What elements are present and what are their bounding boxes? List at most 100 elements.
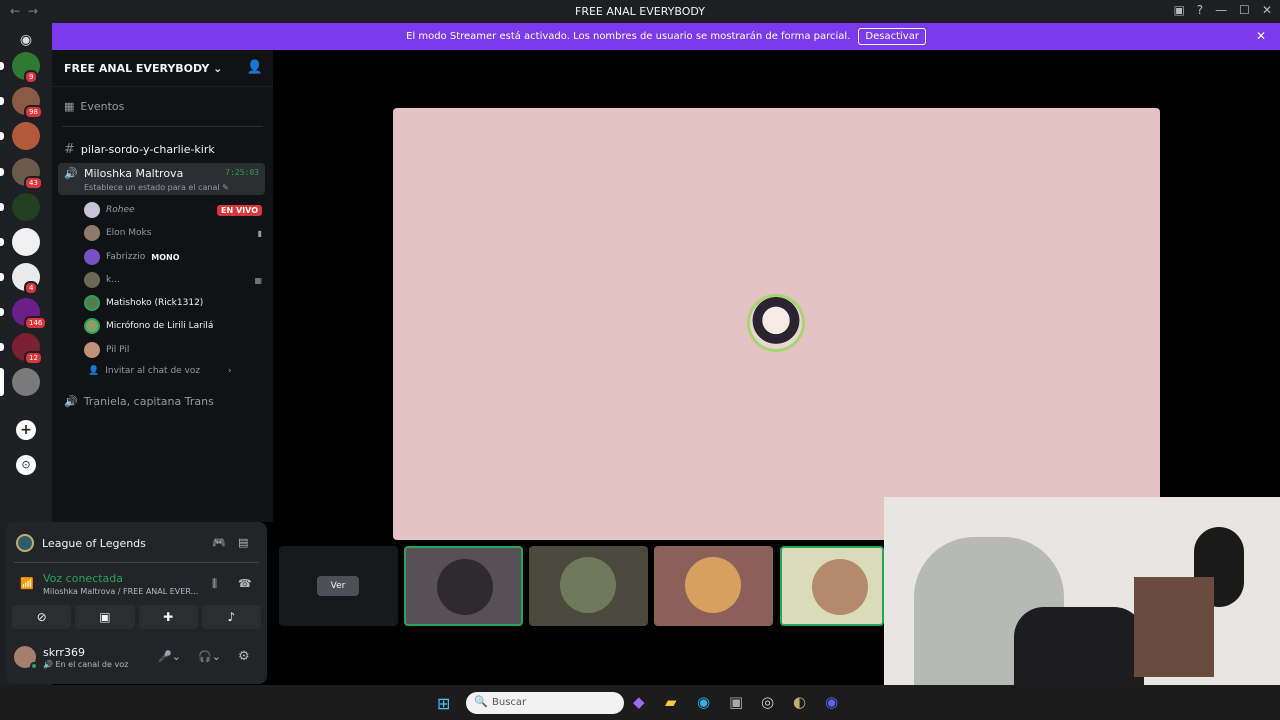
add-person-icon: 👤 xyxy=(88,366,100,376)
minimize-icon[interactable]: — xyxy=(1215,3,1227,17)
headphones-icon[interactable]: 🎧⌄ xyxy=(198,650,221,663)
file-explorer-icon[interactable]: ▰ xyxy=(665,693,677,711)
streamer-mode-banner: El modo Streamer está activado. Los nomb… xyxy=(52,23,1280,50)
chrome-icon[interactable]: ◎ xyxy=(761,693,774,711)
explore-icon[interactable]: ⊙ xyxy=(16,455,36,475)
server-icon[interactable] xyxy=(12,228,40,256)
activities-button[interactable]: ✚ xyxy=(138,605,198,629)
voice-channel-2-name: Traniela, capitana Trans xyxy=(83,395,214,408)
voice-member[interactable]: Pil Pil xyxy=(84,342,262,358)
channel-sidebar: FREE ANAL EVERYBODY ⌄ 👤 ▦ Eventos # pila… xyxy=(52,50,273,522)
member-name: Pil Pil xyxy=(106,345,130,355)
server-unread-pill xyxy=(0,238,4,246)
voice-channel-active[interactable]: 🔊 Miloshka Maltrova 7:25:03 Establece un… xyxy=(58,163,265,195)
disable-streamer-button[interactable]: Desactivar xyxy=(858,28,926,45)
soundboard-button[interactable]: ♪ xyxy=(201,605,261,629)
activity-row[interactable]: League of Legends xyxy=(16,534,146,552)
text-channel[interactable]: # pilar-sordo-y-charlie-kirk xyxy=(64,142,215,157)
voice-member[interactable]: Matishoko (Rick1312) xyxy=(84,295,262,311)
participant-tile-3[interactable] xyxy=(654,546,773,626)
server-badge: 12 xyxy=(24,351,43,365)
server-unread-pill xyxy=(0,273,4,281)
voice-member[interactable]: Fabrizzio MONO xyxy=(84,249,262,265)
close-window-icon[interactable]: ✕ xyxy=(1262,3,1272,17)
camera-off-button[interactable]: ⊘ xyxy=(12,605,72,629)
invite-voice-chat[interactable]: 👤 Invitar al chat de voz › xyxy=(88,366,232,376)
server-badge: 9 xyxy=(24,70,39,84)
invite-label: Invitar al chat de voz xyxy=(105,366,201,376)
windows-start-icon[interactable]: ⊞ xyxy=(437,694,450,713)
header-divider xyxy=(52,86,273,87)
member-avatar xyxy=(84,318,100,334)
guild-header[interactable]: FREE ANAL EVERYBODY ⌄ xyxy=(64,62,222,75)
status-speaker-icon: 🔊 xyxy=(43,660,53,669)
view-tile[interactable]: Ver xyxy=(279,546,398,626)
participant-avatar xyxy=(685,557,741,613)
sidebar-divider xyxy=(62,126,263,127)
inbox-icon[interactable]: ▣ xyxy=(1173,3,1184,17)
member-avatar xyxy=(84,342,100,358)
participant-tile-1[interactable] xyxy=(404,546,523,626)
online-dot xyxy=(30,662,38,670)
screen-share-view[interactable] xyxy=(393,108,1160,540)
pencil-icon[interactable]: ✎ xyxy=(222,183,229,192)
microphone-icon[interactable]: 🎤⌄ xyxy=(158,650,181,663)
search-icon: 🔍 xyxy=(474,695,488,708)
banner-text: El modo Streamer está activado. Los nomb… xyxy=(406,31,851,42)
connection-icon: 📶 xyxy=(20,577,34,590)
share-screen-button[interactable]: ▣ xyxy=(75,605,135,629)
username[interactable]: skrr369 xyxy=(43,646,85,659)
participant-avatar xyxy=(812,559,868,615)
server-unread-pill xyxy=(0,368,4,396)
voice-member[interactable]: Elon Moks ▮ xyxy=(84,225,262,241)
participant-tile-4[interactable] xyxy=(780,546,884,626)
member-name: Elon Moks xyxy=(106,228,152,238)
server-badge: 4 xyxy=(24,281,39,295)
events-item[interactable]: ▦ Eventos xyxy=(64,100,124,113)
league-client-icon[interactable]: ◐ xyxy=(793,693,806,711)
server-unread-pill xyxy=(0,62,4,70)
voice-member[interactable]: Rohee EN VIVO xyxy=(84,202,262,218)
view-button[interactable]: Ver xyxy=(317,576,359,596)
discord-home-icon[interactable]: ◉ xyxy=(12,26,40,54)
server-icon[interactable] xyxy=(12,193,40,221)
voice-timer: 7:25:03 xyxy=(225,168,259,177)
noise-suppression-icon[interactable]: ⫼ xyxy=(212,577,217,591)
discord-taskbar-icon[interactable]: ◉ xyxy=(825,693,838,711)
add-member-icon[interactable]: 👤 xyxy=(247,60,263,75)
voice-member[interactable]: Micrófono de Lirili Larilá xyxy=(84,318,262,334)
voice-actions: ⊘ ▣ ✚ ♪ xyxy=(12,605,261,629)
voice-member[interactable]: k... ▦ xyxy=(84,272,262,288)
close-icon[interactable]: ✕ xyxy=(1256,29,1266,43)
store-icon[interactable]: ▣ xyxy=(729,693,743,711)
server-unread-pill xyxy=(0,97,4,105)
member-name: k... xyxy=(106,275,120,285)
game-icon xyxy=(16,534,34,552)
disconnect-icon[interactable]: ☎ xyxy=(238,577,252,590)
maximize-icon[interactable]: ☐ xyxy=(1239,3,1250,17)
edge-icon[interactable]: ◉ xyxy=(697,693,710,711)
add-server-button[interactable]: + xyxy=(16,420,36,440)
voice-connected-title: Voz conectada xyxy=(43,572,124,585)
screen-share-icon[interactable]: ▤ xyxy=(238,536,248,549)
status-hint-text: Establece un estado para el canal xyxy=(84,183,220,192)
member-tag: MONO xyxy=(151,252,180,262)
participant-avatar xyxy=(560,557,616,613)
help-icon[interactable]: ? xyxy=(1197,3,1203,17)
hash-icon: # xyxy=(64,142,75,157)
user-status-text: En el canal de voz xyxy=(55,660,129,669)
drawer xyxy=(1134,577,1214,677)
voice-connected-subtitle[interactable]: Miloshka Maltrova / FREE ANAL EVER... xyxy=(43,587,198,596)
participant-tile-2[interactable] xyxy=(529,546,648,626)
voice-channel-2[interactable]: 🔊 Traniela, capitana Trans xyxy=(64,395,214,408)
copilot-icon[interactable]: ◆ xyxy=(633,693,645,711)
controller-icon[interactable]: 🎮 xyxy=(212,536,226,549)
taskbar-search[interactable]: 🔍 Buscar xyxy=(466,692,624,714)
live-badge: EN VIVO xyxy=(217,204,262,216)
user-panel: League of Legends 🎮 ▤ 📶 Voz conectada Mi… xyxy=(6,522,267,684)
settings-gear-icon[interactable]: ⚙ xyxy=(238,649,250,664)
server-icon[interactable] xyxy=(12,368,40,396)
window-title: FREE ANAL EVERYBODY xyxy=(575,5,705,18)
activity-game: League of Legends xyxy=(42,536,146,550)
server-icon[interactable] xyxy=(12,122,40,150)
